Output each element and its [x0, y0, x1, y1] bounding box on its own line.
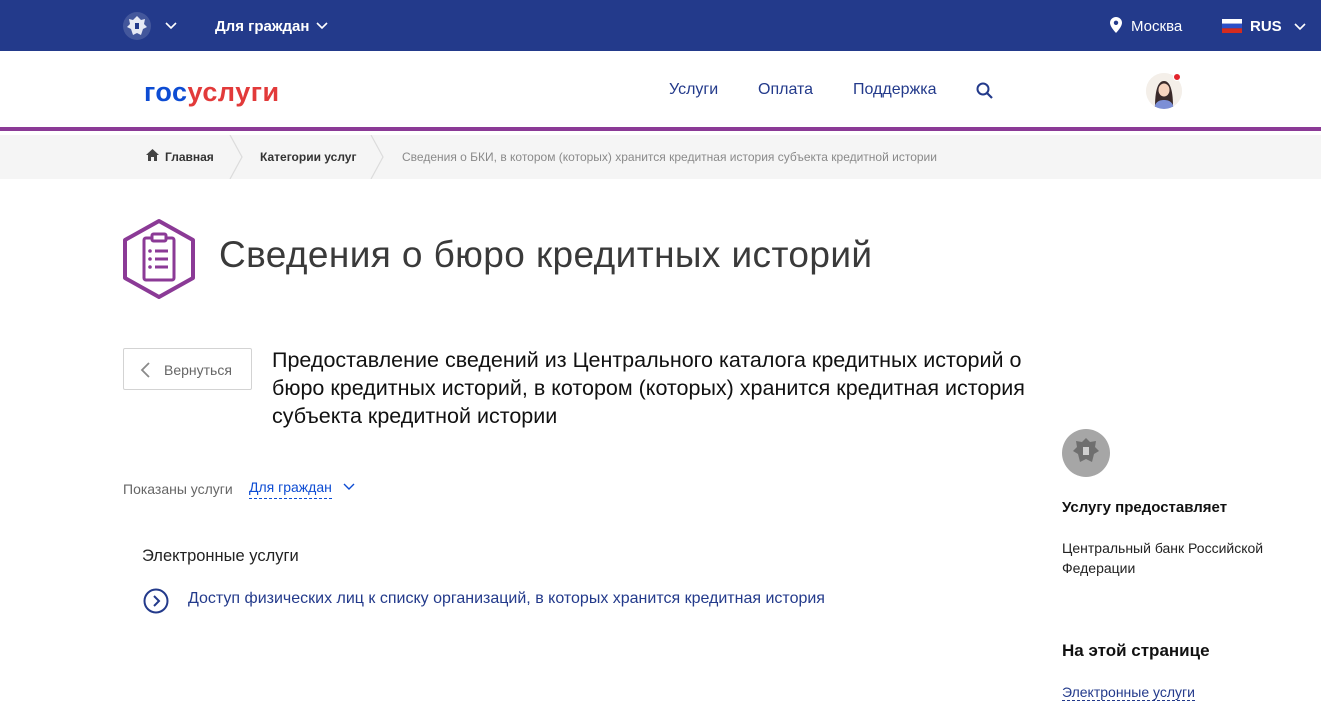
chevron-down-icon[interactable]: [1294, 23, 1306, 31]
central-bank-logo: [1062, 429, 1110, 477]
breadcrumb: Главная Категории услуг Сведения о БКИ, …: [0, 135, 1321, 179]
site-header: госуслуги Услуги Оплата Поддержка: [0, 51, 1321, 131]
breadcrumb-current: Сведения о БКИ, в котором (которых) хран…: [402, 150, 937, 164]
electronic-services-heading: Электронные услуги: [142, 547, 299, 565]
service-link[interactable]: Доступ физических лиц к списку организац…: [188, 590, 825, 608]
search-icon[interactable]: [976, 82, 994, 100]
notification-dot: [1173, 73, 1181, 81]
gosuslugi-logo[interactable]: госуслуги: [144, 77, 280, 108]
chevron-down-icon[interactable]: [165, 22, 177, 30]
chevron-down-icon[interactable]: [316, 22, 328, 30]
page-title: Сведения о бюро кредитных историй: [219, 234, 873, 275]
eagle-icon: [1073, 438, 1099, 462]
russia-flag-icon: [1222, 19, 1242, 33]
home-icon[interactable]: [146, 149, 159, 161]
on-this-page-link[interactable]: Электронные услуги: [1062, 684, 1195, 701]
breadcrumb-separator: [229, 135, 243, 179]
chevron-left-icon: [140, 362, 150, 378]
city-selector[interactable]: Москва: [1131, 18, 1182, 35]
breadcrumb-separator: [370, 135, 384, 179]
logo-part-gos: гос: [144, 77, 188, 107]
top-bar: Для граждан Москва RUS: [0, 0, 1321, 51]
audience-filter-dropdown[interactable]: Для граждан: [249, 479, 332, 499]
nav-support[interactable]: Поддержка: [853, 81, 936, 99]
breadcrumb-home[interactable]: Главная: [165, 150, 214, 164]
arrow-right-circle-icon[interactable]: [143, 588, 169, 614]
nav-services[interactable]: Услуги: [669, 81, 718, 99]
logo-part-uslugi: услуги: [187, 77, 280, 107]
chevron-down-icon[interactable]: [343, 483, 355, 491]
nav-payment[interactable]: Оплата: [758, 81, 813, 99]
provider-heading: Услугу предоставляет: [1062, 499, 1228, 516]
breadcrumb-categories[interactable]: Категории услуг: [260, 150, 356, 164]
audience-selector[interactable]: Для граждан: [215, 18, 309, 35]
shown-services-label: Показаны услуги: [123, 481, 233, 497]
service-title: Предоставление сведений из Центрального …: [272, 348, 1025, 428]
back-button[interactable]: Вернуться: [123, 348, 252, 390]
clipboard-list-icon: [123, 219, 195, 299]
language-selector[interactable]: RUS: [1250, 18, 1282, 35]
back-button-label: Вернуться: [164, 362, 232, 378]
location-pin-icon: [1110, 17, 1122, 33]
emblem-icon[interactable]: [122, 11, 152, 41]
on-this-page-heading: На этой странице: [1062, 641, 1210, 660]
provider-name: Центральный банк Российской Федерации: [1062, 540, 1264, 576]
